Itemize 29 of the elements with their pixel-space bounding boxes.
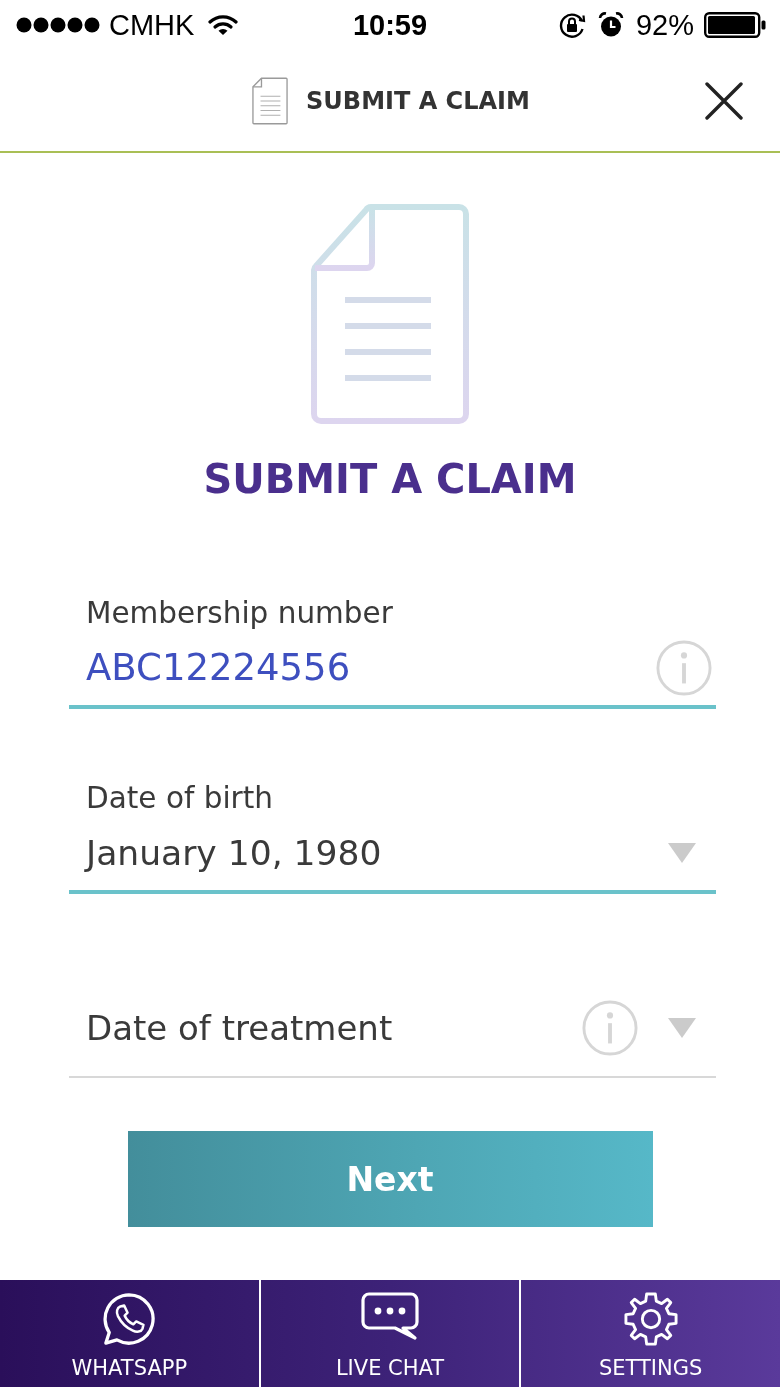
close-button[interactable] — [705, 82, 743, 120]
wifi-icon — [208, 14, 239, 36]
document-icon — [252, 76, 289, 125]
field-label: Date of birth — [86, 781, 273, 815]
rotation-lock-icon — [557, 11, 586, 39]
clock-time: 10:59 — [352, 8, 428, 42]
page-title: SUBMIT A CLAIM — [203, 455, 577, 504]
header-title: SUBMIT A CLAIM — [306, 86, 530, 115]
signal-strength-icon — [16, 17, 100, 33]
dropdown-field[interactable]: Date of treatment — [69, 992, 716, 1078]
settings-icon — [623, 1292, 678, 1346]
input-field[interactable]: ABC12224556 — [69, 630, 716, 709]
dropdown-field[interactable]: January 10, 1980 — [69, 815, 716, 894]
battery-icon — [704, 12, 766, 38]
document-icon — [311, 204, 469, 424]
dropdown-caret-icon — [668, 842, 696, 863]
chat-bubble-icon — [361, 1292, 419, 1340]
nav-tab[interactable]: SETTINGS — [519, 1280, 780, 1387]
nav-tab[interactable]: LIVE CHAT — [258, 1280, 520, 1387]
close-icon — [705, 82, 743, 120]
phone-bubble-icon — [102, 1292, 157, 1346]
nav-tab[interactable]: WHATSAPP — [0, 1280, 259, 1387]
battery-percentage: 92% — [635, 8, 694, 42]
info-icon[interactable] — [656, 639, 712, 696]
dropdown-caret-icon — [668, 1018, 696, 1038]
info-icon[interactable] — [582, 1000, 638, 1056]
carrier-name: CMHK — [109, 8, 195, 42]
field-label: Membership number — [86, 596, 393, 630]
alarm-clock-icon — [597, 12, 624, 38]
